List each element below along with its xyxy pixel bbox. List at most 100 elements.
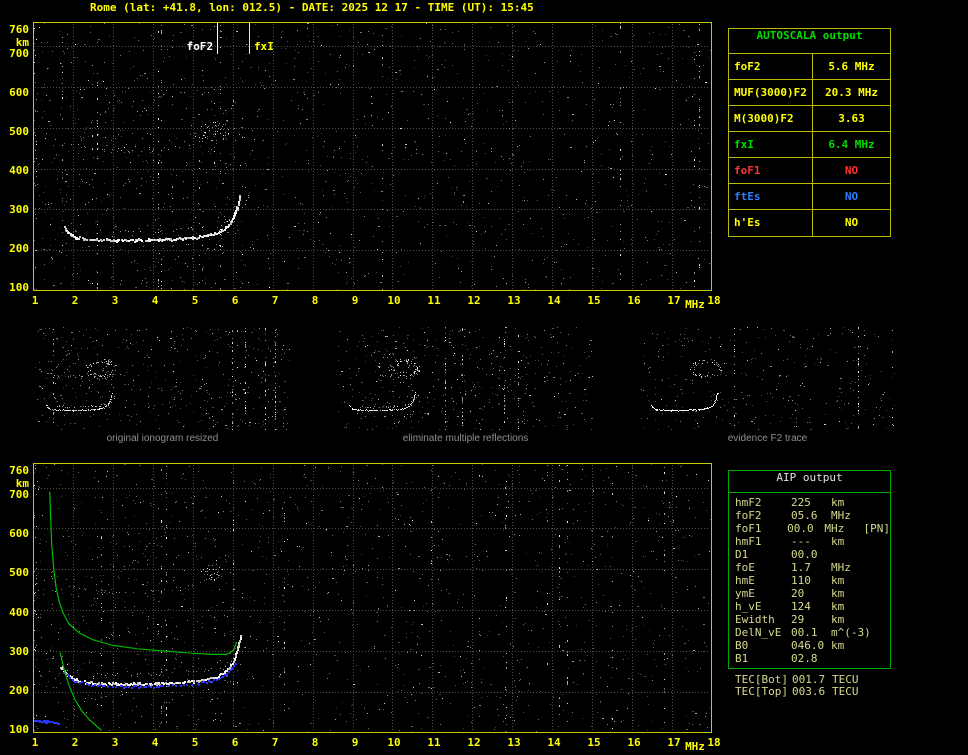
- tec-param-name: TEC[Bot]: [735, 673, 788, 686]
- y-tick-top: 500: [9, 125, 29, 138]
- y-tick-top: 100: [9, 281, 29, 294]
- x-tick-top: 16: [627, 294, 641, 307]
- y-tick-top: 300: [9, 203, 29, 216]
- recorded-ionogram-canvas: [33, 22, 712, 291]
- aip-param-name: B0: [735, 639, 749, 652]
- aip-param-flag: [873, 574, 890, 587]
- aip-param-value: 225: [791, 496, 811, 509]
- thumbnail-caption-original: original ionogram resized: [106, 433, 219, 444]
- autoscala-row: foF2 5.6 MHz: [729, 54, 890, 80]
- aip-param-unit: [831, 652, 873, 665]
- aip-param-value: 110: [791, 574, 811, 587]
- aip-row: ymE 20 km: [735, 587, 890, 600]
- aip-param-flag: [873, 496, 890, 509]
- aip-row: hmE 110 km: [735, 574, 890, 587]
- x-tick-top: 18: [707, 294, 721, 307]
- y-tick-bottom: 200: [9, 684, 29, 697]
- aip-param-flag: [873, 652, 890, 665]
- x-tick-top: 17: [667, 294, 681, 307]
- aip-row: foE 1.7 MHz: [735, 561, 890, 574]
- aip-param-flag: [873, 626, 890, 639]
- autoscaled-ionogram-canvas: [33, 463, 712, 733]
- aip-param-name: B1: [735, 652, 749, 665]
- x-tick-bottom: 18: [707, 736, 721, 749]
- tec-param-value: 001.7: [792, 673, 826, 686]
- x-tick-bottom: 2: [71, 736, 79, 749]
- thumbnail-caption-f2trace: evidence F2 trace: [727, 433, 808, 444]
- autoscala-param-value: NO: [844, 216, 859, 229]
- y-axis-max-bottom: 760: [9, 464, 29, 477]
- aip-param-unit: km: [831, 496, 845, 509]
- autoscala-window: Rome (lat: +41.8, lon: 012.5) - DATE: 20…: [0, 0, 968, 755]
- x-tick-top: 14: [547, 294, 561, 307]
- aip-row: hmF2 225 km: [735, 496, 890, 509]
- x-tick-bottom: 9: [351, 736, 359, 749]
- aip-param-unit: km: [831, 613, 845, 626]
- y-tick-top: 700: [9, 47, 29, 60]
- aip-param-unit: km: [831, 587, 845, 600]
- autoscala-row: MUF(3000)F2 20.3 MHz: [729, 80, 890, 106]
- aip-param-unit: MHz: [824, 522, 845, 535]
- y-tick-bottom: 300: [9, 645, 29, 658]
- aip-param-value: 1.7: [791, 561, 811, 574]
- aip-param-flag: [873, 535, 890, 548]
- autoscala-param-value: NO: [844, 164, 859, 177]
- thumbnail-caption-noreflections: eliminate multiple reflections: [402, 433, 529, 444]
- aip-param-flag: [873, 548, 890, 561]
- x-tick-top: 6: [231, 294, 239, 307]
- aip-param-name: ymE: [735, 587, 755, 600]
- thumbnail-f2trace-canvas: [640, 327, 895, 430]
- aip-output-table: AIP output hmF2 225 km foF2 05.6 MHz foF1 00.0 M…: [728, 470, 891, 669]
- x-tick-bottom: 1: [31, 736, 39, 749]
- autoscala-param-value: NO: [844, 190, 859, 203]
- x-tick-top: 1: [31, 294, 39, 307]
- autoscala-row: M(3000)F2 3.63: [729, 106, 890, 132]
- aip-row: foF2 05.6 MHz: [735, 509, 890, 522]
- aip-tec-row: TEC[Bot] 001.7 TECU: [728, 673, 891, 686]
- aip-param-value: ---: [791, 535, 811, 548]
- aip-param-name: foF2: [735, 509, 762, 522]
- autoscala-row: ftEs NO: [729, 184, 890, 210]
- aip-param-unit: km: [831, 600, 845, 613]
- autoscala-param-name: M(3000)F2: [729, 106, 813, 131]
- x-tick-bottom: 4: [151, 736, 159, 749]
- aip-param-unit: [831, 548, 873, 561]
- autoscala-param-value: 6.4 MHz: [828, 138, 875, 151]
- aip-param-name: D1: [735, 548, 749, 561]
- aip-param-value: 046.0: [791, 639, 825, 652]
- x-tick-bottom: 11: [427, 736, 441, 749]
- y-tick-top: 200: [9, 242, 29, 255]
- aip-param-flag: [873, 639, 890, 652]
- aip-row: hmF1 --- km: [735, 535, 890, 548]
- aip-tec-row: TEC[Top] 003.6 TECU: [728, 685, 891, 698]
- autoscala-output-table: AUTOSCALA output foF2 5.6 MHz MUF(3000)F2 2…: [728, 28, 891, 237]
- thumbnail-noreflections-canvas: [338, 327, 593, 430]
- aip-param-name: DelN_vE: [735, 626, 782, 639]
- y-axis-max-top: 760: [9, 23, 29, 36]
- tec-param-value: 003.6: [792, 685, 826, 698]
- autoscala-row: h'Es NO: [729, 210, 890, 236]
- aip-row: h_vE 124 km: [735, 600, 890, 613]
- aip-row: foF1 00.0 MHz [PN]: [735, 522, 890, 535]
- aip-param-value: 05.6: [791, 509, 818, 522]
- tec-param-name: TEC[Top]: [735, 685, 788, 698]
- autoscala-row: foF1 NO: [729, 158, 890, 184]
- x-tick-bottom: 15: [587, 736, 601, 749]
- x-tick-bottom: 12: [467, 736, 481, 749]
- station-date-title: Rome (lat: +41.8, lon: 012.5) - DATE: 20…: [90, 1, 534, 14]
- autoscala-param-name: foF2: [729, 54, 813, 79]
- autoscala-table-body: foF2 5.6 MHz MUF(3000)F2 20.3 MHz M(3000)F2 3…: [729, 54, 890, 236]
- x-tick-bottom: 17: [667, 736, 681, 749]
- y-tick-bottom: 500: [9, 566, 29, 579]
- aip-param-value: 124: [791, 600, 811, 613]
- autoscala-param-value: 3.63: [838, 112, 865, 125]
- x-tick-top: 11: [427, 294, 441, 307]
- aip-param-name: Ewidth: [735, 613, 775, 626]
- aip-param-flag: [873, 587, 890, 600]
- x-tick-top: 13: [507, 294, 521, 307]
- aip-param-name: foF1: [735, 522, 762, 535]
- autoscala-param-name: ftEs: [729, 184, 813, 209]
- aip-param-unit: MHz: [831, 509, 851, 522]
- aip-param-value: 00.0: [791, 548, 818, 561]
- autoscala-param-name: foF1: [729, 158, 813, 183]
